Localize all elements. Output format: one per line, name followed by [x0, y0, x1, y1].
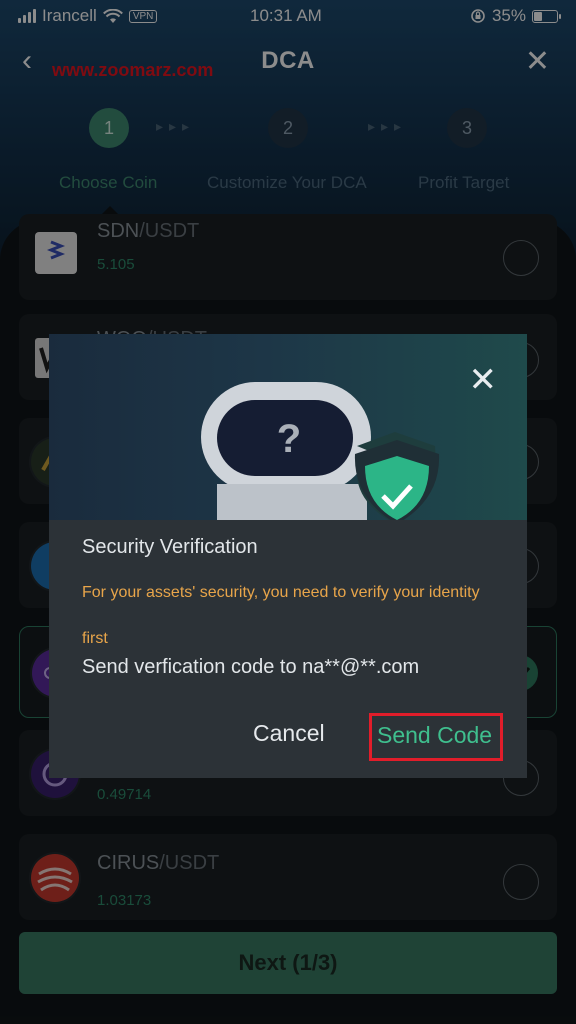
modal-title: Security Verification: [82, 536, 258, 558]
robot-shield-illustration: ?: [201, 382, 440, 520]
send-code-highlight: [369, 713, 503, 761]
modal-hero-illustration: ? ✕: [49, 334, 527, 520]
security-verification-dialog: ? ✕ Security Verification For your asset…: [49, 334, 527, 778]
question-glyph: ?: [277, 417, 301, 461]
cancel-button[interactable]: Cancel: [253, 720, 325, 747]
send-to-text: Send verfication code to na**@**.com: [82, 656, 420, 678]
modal-close-icon[interactable]: ✕: [469, 360, 498, 400]
modal-warning-text: For your assets' security, you need to v…: [82, 584, 480, 647]
